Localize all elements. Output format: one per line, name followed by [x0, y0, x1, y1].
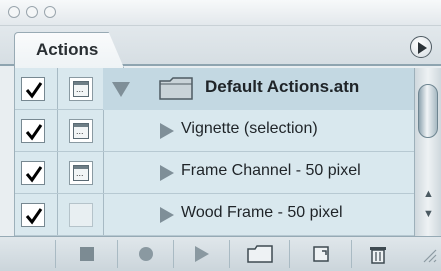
action-content[interactable]: Wood Frame - 50 pixel — [103, 194, 414, 236]
toggle-dialog-button[interactable] — [69, 203, 93, 227]
dialog-icon — [73, 165, 89, 181]
actions-list: Default Actions.atn Vignette (selection) — [14, 68, 414, 236]
checkmark-icon — [25, 82, 43, 99]
scrollbar-thumb[interactable] — [418, 84, 438, 138]
action-label: Frame Channel - 50 pixel — [181, 162, 361, 179]
action-content[interactable]: Vignette (selection) — [103, 110, 414, 152]
panel-tab-row: Actions — [0, 26, 441, 68]
action-label: Vignette (selection) — [181, 120, 318, 137]
set-content[interactable]: Default Actions.atn — [103, 68, 414, 110]
toggle-item-checkbox[interactable] — [21, 203, 45, 227]
action-set-label: Default Actions.atn — [205, 77, 360, 96]
folder-icon — [159, 77, 193, 100]
action-label: Wood Frame - 50 pixel — [181, 204, 343, 221]
stop-button[interactable] — [56, 240, 118, 268]
delete-button[interactable] — [352, 240, 404, 268]
checkmark-icon — [25, 208, 43, 225]
toggle-dialog-button[interactable] — [69, 77, 93, 101]
dialog-icon — [73, 123, 89, 139]
folder-icon — [246, 245, 273, 263]
vertical-scrollbar[interactable]: ▲ ▼ — [414, 68, 441, 236]
toolbar-spacer — [14, 240, 56, 268]
action-content[interactable]: Frame Channel - 50 pixel — [103, 152, 414, 194]
title-bar[interactable] — [0, 0, 441, 26]
disclosure-collapsed-icon[interactable] — [159, 206, 175, 224]
disclosure-collapsed-icon[interactable] — [159, 122, 175, 140]
toggle-item-checkbox[interactable] — [21, 161, 45, 185]
record-button[interactable] — [118, 240, 174, 268]
new-action-icon — [312, 246, 329, 262]
list-item-action[interactable]: Wood Frame - 50 pixel — [15, 194, 414, 236]
checkmark-icon — [25, 124, 43, 141]
panel-menu-button[interactable] — [410, 36, 432, 58]
trash-icon — [370, 247, 386, 264]
toggle-item-checkbox[interactable] — [21, 119, 45, 143]
checkmark-icon — [25, 166, 43, 183]
bottom-toolbar — [0, 236, 441, 271]
toggle-dialog-button[interactable] — [69, 161, 93, 185]
new-set-button[interactable] — [230, 240, 290, 268]
actions-window: Actions Default — [0, 0, 441, 271]
disclosure-collapsed-icon[interactable] — [159, 164, 175, 182]
play-icon — [194, 246, 209, 262]
tab-actions-label: Actions — [36, 40, 99, 59]
play-button[interactable] — [174, 240, 230, 268]
record-icon — [138, 247, 153, 261]
list-item-action[interactable]: Vignette (selection) — [15, 110, 414, 152]
zoom-window-button[interactable] — [44, 6, 56, 18]
new-action-button[interactable] — [290, 240, 352, 268]
list-item-action[interactable]: Frame Channel - 50 pixel — [15, 152, 414, 194]
scroll-up-icon[interactable]: ▲ — [423, 188, 434, 200]
dialog-icon — [73, 81, 89, 97]
toggle-dialog-button[interactable] — [69, 119, 93, 143]
close-window-button[interactable] — [8, 6, 20, 18]
list-item-action-set[interactable]: Default Actions.atn — [15, 68, 414, 110]
stop-icon — [79, 247, 94, 261]
minimize-window-button[interactable] — [26, 6, 38, 18]
resize-grip-icon[interactable] — [418, 244, 438, 264]
panel-menu-arrow-icon — [418, 42, 427, 54]
disclosure-expanded-icon[interactable] — [111, 80, 131, 98]
toggle-item-checkbox[interactable] — [21, 77, 45, 101]
scroll-down-icon[interactable]: ▼ — [423, 208, 434, 220]
